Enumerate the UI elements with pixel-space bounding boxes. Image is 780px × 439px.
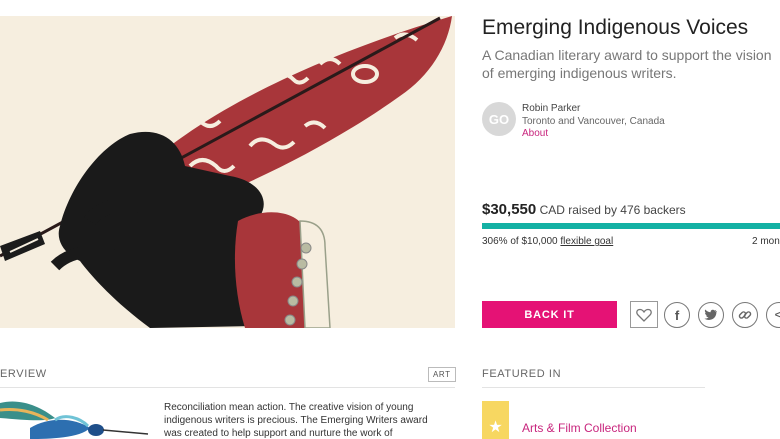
link-icon: [738, 311, 752, 319]
funding-progress-fill: [482, 223, 780, 229]
twitter-icon: [704, 309, 717, 320]
hummingbird-illustration: [0, 398, 150, 439]
flexible-goal-link[interactable]: flexible goal: [560, 236, 613, 247]
owner-location: Toronto and Vancouver, Canada: [522, 116, 665, 127]
campaign-story: Reconciliation mean action. The creative…: [164, 402, 428, 439]
featured-section-label: FEATURED IN: [482, 368, 562, 380]
goal-percent: 306% of $10,000: [482, 236, 558, 247]
collection-badge[interactable]: ★: [482, 401, 509, 439]
goal-info: 306% of $10,000 flexible goal: [482, 236, 613, 247]
copy-link-button[interactable]: [732, 302, 758, 328]
campaign-subtitle: A Canadian literary award to support the…: [482, 47, 772, 81]
owner-initials: GO: [488, 111, 510, 127]
funds-raised: $30,550 CAD raised by 476 backers: [482, 201, 686, 218]
quill-hand-illustration: [0, 16, 455, 328]
featured-divider: [482, 387, 705, 388]
star-icon: ★: [488, 419, 503, 436]
embed-icon: </: [774, 309, 780, 321]
raised-amount: $30,550: [482, 201, 537, 218]
hummingbird-image: [0, 398, 150, 439]
embed-button[interactable]: </: [766, 302, 780, 328]
raised-text: CAD raised by 476 backers: [539, 203, 686, 217]
category-tag[interactable]: ART: [428, 367, 456, 382]
funding-progress-bar: [482, 223, 780, 229]
twitter-share-button[interactable]: [698, 302, 724, 328]
campaign-title: Emerging Indigenous Voices: [482, 16, 749, 39]
time-left: 2 mon: [752, 236, 780, 247]
back-it-button[interactable]: BACK IT: [482, 301, 617, 328]
owner-name[interactable]: Robin Parker: [522, 103, 580, 114]
follow-button[interactable]: [630, 301, 658, 328]
owner-about-link[interactable]: About: [522, 128, 548, 139]
owner-avatar[interactable]: GO: [482, 102, 516, 136]
heart-icon: [636, 308, 652, 322]
facebook-icon: f: [674, 307, 680, 323]
campaign-hero-image: [0, 16, 455, 328]
arts-film-collection-link[interactable]: Arts & Film Collection: [522, 421, 637, 435]
overview-divider: [0, 387, 455, 388]
overview-section-label: ERVIEW: [0, 368, 47, 380]
facebook-share-button[interactable]: f: [664, 302, 690, 328]
